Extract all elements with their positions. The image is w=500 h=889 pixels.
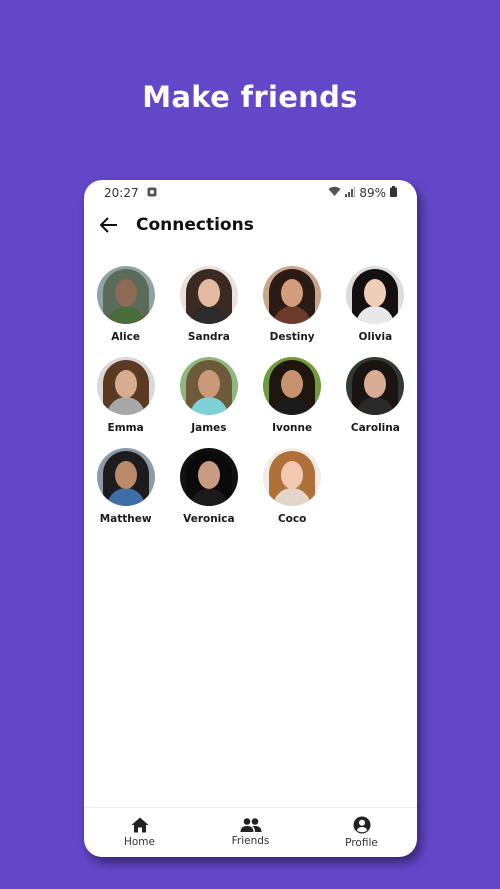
page-title: Connections <box>136 215 254 235</box>
friend-name: Matthew <box>99 513 152 525</box>
friend-avatar[interactable] <box>96 357 155 415</box>
friend-item[interactable]: Ivonne <box>251 357 334 434</box>
friend-avatar[interactable] <box>179 448 238 506</box>
app-bar: Connections <box>84 210 417 240</box>
friend-item[interactable]: James <box>167 357 250 434</box>
friend-name: Emma <box>107 422 144 434</box>
wifi-icon <box>328 186 341 200</box>
friend-item[interactable]: Sandra <box>167 266 250 343</box>
battery-icon <box>390 186 397 200</box>
friend-item[interactable]: Coco <box>251 448 334 525</box>
friend-item[interactable]: Destiny <box>251 266 334 343</box>
friend-name: Destiny <box>269 331 315 343</box>
friend-name: Olivia <box>358 331 393 343</box>
friend-grid: Alice Sandra Destiny Olivia Emma James Ivonne C… <box>84 266 417 525</box>
friend-name: Veronica <box>183 513 235 525</box>
nav-profile-label: Profile <box>345 837 378 849</box>
nav-friends-label: Friends <box>231 835 270 847</box>
friend-avatar[interactable] <box>179 266 238 324</box>
friend-avatar[interactable] <box>96 448 155 506</box>
friend-avatar[interactable] <box>263 357 322 415</box>
friend-item[interactable]: Alice <box>84 266 167 343</box>
nav-home-label: Home <box>123 836 155 848</box>
phone-screen: 20:27 89% Connections Alice Sandra Desti… <box>84 180 417 857</box>
status-bar: 20:27 89% <box>84 180 417 206</box>
friend-name: Carolina <box>350 422 400 434</box>
friend-name: Sandra <box>187 331 230 343</box>
friend-avatar[interactable] <box>346 266 405 324</box>
friend-item[interactable]: Olivia <box>334 266 417 343</box>
back-button[interactable] <box>98 214 120 236</box>
signal-icon <box>345 186 356 200</box>
friend-avatar[interactable] <box>179 357 238 415</box>
friend-item[interactable]: Veronica <box>167 448 250 525</box>
friend-avatar[interactable] <box>263 266 322 324</box>
friend-name: Coco <box>277 513 307 525</box>
notification-icon <box>147 186 157 200</box>
arrow-back-icon <box>100 217 117 233</box>
nav-friends[interactable]: Friends <box>195 808 306 857</box>
status-time: 20:27 <box>104 186 139 200</box>
friend-item[interactable]: Emma <box>84 357 167 434</box>
friend-name: Alice <box>111 331 140 343</box>
friend-name: Ivonne <box>272 422 313 434</box>
promo-headline: Make friends <box>142 80 358 114</box>
friend-avatar[interactable] <box>263 448 322 506</box>
friend-avatar[interactable] <box>96 266 155 324</box>
nav-profile[interactable]: Profile <box>306 808 417 857</box>
friend-name: James <box>191 422 227 434</box>
bottom-navigation: Home Friends Profile <box>84 807 417 857</box>
account-circle-icon <box>353 816 370 834</box>
people-icon <box>240 818 261 832</box>
home-icon <box>131 817 148 833</box>
friend-avatar[interactable] <box>346 357 405 415</box>
friend-item[interactable]: Carolina <box>334 357 417 434</box>
friend-item[interactable]: Matthew <box>84 448 167 525</box>
nav-home[interactable]: Home <box>84 808 195 857</box>
battery-percent: 89% <box>359 186 386 200</box>
